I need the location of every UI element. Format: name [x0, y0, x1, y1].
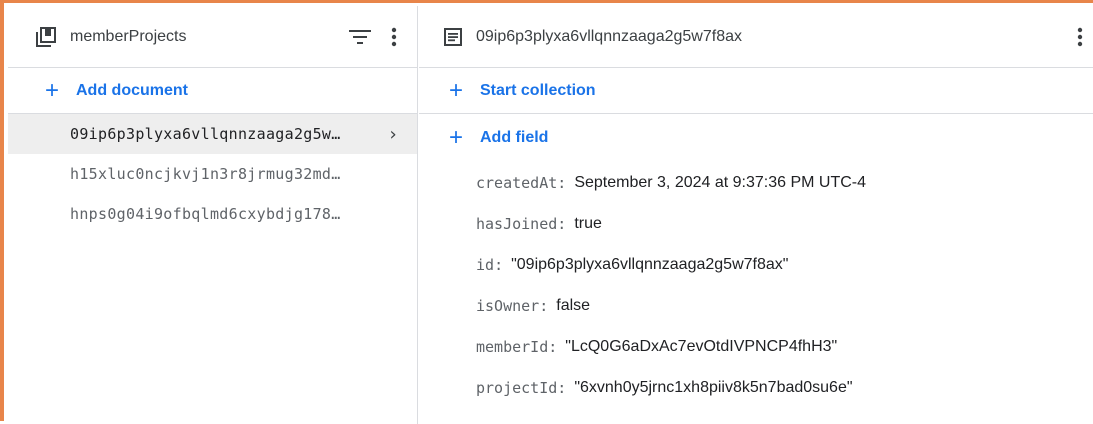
field-colon: : — [548, 337, 558, 356]
document-list: 09ip6p3plyxa6vllqnnzaaga2g5w… › h15xluc0… — [8, 114, 417, 234]
field-colon: : — [557, 378, 567, 397]
field-key: id — [476, 255, 495, 274]
field-row[interactable]: id: "09ip6p3plyxa6vllqnnzaaga2g5w7f8ax" — [419, 244, 1093, 285]
start-collection-button[interactable]: + Start collection — [419, 68, 1093, 114]
field-row[interactable]: hasJoined: true — [419, 203, 1093, 244]
field-key: createdAt — [476, 173, 558, 192]
document-id: 09ip6p3plyxa6vllqnnzaaga2g5w… — [70, 125, 341, 143]
list-item[interactable]: 09ip6p3plyxa6vllqnnzaaga2g5w… › — [8, 114, 417, 154]
field-key: isOwner — [476, 296, 540, 315]
filter-icon[interactable] — [349, 29, 371, 45]
field-colon: : — [494, 255, 504, 274]
add-document-button[interactable]: + Add document — [8, 68, 417, 114]
add-document-label: Add document — [76, 81, 188, 99]
field-value: "6xvnh0y5jrnc1xh8piiv8k5n7bad0su6e" — [574, 378, 853, 396]
field-value: "LcQ0G6aDxAc7evOtdIVPNCP4fhH3" — [565, 337, 838, 355]
field-key: memberId — [476, 337, 549, 356]
field-colon: : — [557, 173, 567, 192]
start-collection-label: Start collection — [480, 81, 596, 99]
list-item[interactable]: h15xluc0ncjkvj1n3r8jrmug32md… — [8, 154, 417, 194]
firestore-panel: memberProjects + Add document 09ip6p3ply… — [0, 0, 1093, 424]
field-row[interactable]: isOwner: false — [419, 285, 1093, 326]
collection-icon — [36, 26, 56, 47]
field-colon: : — [557, 214, 567, 233]
field-value: "09ip6p3plyxa6vllqnnzaaga2g5w7f8ax" — [511, 255, 789, 273]
plus-icon: + — [448, 76, 463, 104]
collection-header: memberProjects — [8, 6, 417, 68]
field-value: true — [574, 214, 602, 232]
document-id: hnps0g04i9ofbqlmd6cxybdjg178… — [70, 205, 341, 223]
field-value: September 3, 2024 at 9:37:36 PM UTC-4 — [574, 173, 867, 191]
more-vert-icon[interactable] — [391, 27, 397, 47]
field-list: createdAt: September 3, 2024 at 9:37:36 … — [419, 162, 1093, 408]
plus-icon: + — [44, 76, 59, 104]
document-id: h15xluc0ncjkvj1n3r8jrmug32md… — [70, 165, 341, 183]
document-title: 09ip6p3plyxa6vllqnnzaaga2g5w7f8ax — [476, 27, 742, 45]
plus-icon: + — [448, 124, 463, 151]
field-key: hasJoined — [476, 214, 558, 233]
add-field-button[interactable]: + Add field — [419, 114, 1093, 162]
collection-title: memberProjects — [70, 27, 187, 45]
list-item[interactable]: hnps0g04i9ofbqlmd6cxybdjg178… — [8, 194, 417, 234]
field-colon: : — [539, 296, 549, 315]
field-row[interactable]: projectId: "6xvnh0y5jrnc1xh8piiv8k5n7bad… — [419, 367, 1093, 408]
field-row[interactable]: createdAt: September 3, 2024 at 9:37:36 … — [419, 162, 1093, 203]
more-vert-icon[interactable] — [1077, 27, 1083, 47]
document-header: 09ip6p3plyxa6vllqnnzaaga2g5w7f8ax — [419, 6, 1093, 68]
document-panel: 09ip6p3plyxa6vllqnnzaaga2g5w7f8ax + Star… — [419, 6, 1093, 424]
field-row[interactable]: memberId: "LcQ0G6aDxAc7evOtdIVPNCP4fhH3" — [419, 326, 1093, 367]
add-field-label: Add field — [480, 129, 549, 146]
field-key: projectId — [476, 378, 558, 397]
collection-panel: memberProjects + Add document 09ip6p3ply… — [8, 6, 418, 424]
document-icon — [444, 27, 462, 46]
field-value: false — [556, 296, 591, 314]
chevron-right-icon: › — [389, 123, 397, 145]
